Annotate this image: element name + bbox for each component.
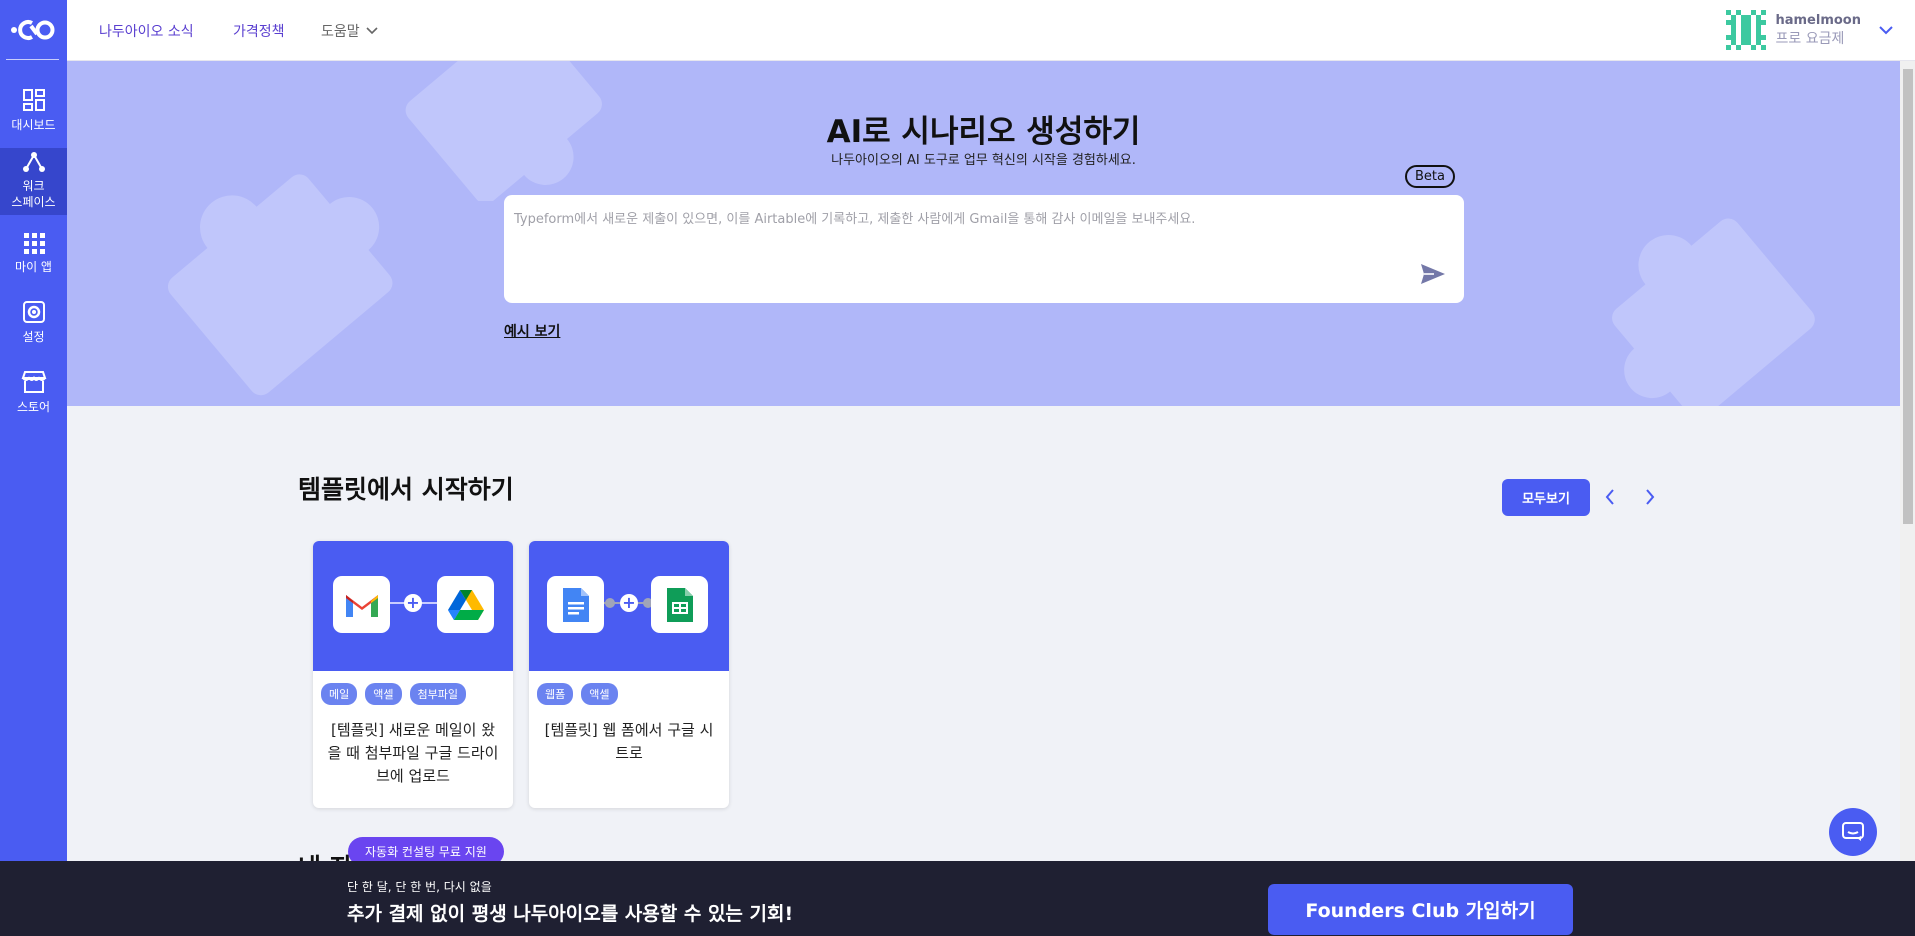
nav-help-label: 도움말 bbox=[321, 24, 360, 40]
user-menu[interactable]: hamelmoon 프로 요금제 bbox=[1726, 10, 1893, 50]
ai-prompt-input[interactable]: Typeform에서 새로운 제출이 있으면, 이를 Airtable에 기록하… bbox=[504, 195, 1464, 303]
puzzle-decoration-icon bbox=[1612, 218, 1815, 406]
tag: 액셀 bbox=[581, 683, 618, 705]
gmail-icon bbox=[333, 576, 390, 633]
nav-help-dropdown[interactable]: 도움말 bbox=[321, 21, 378, 41]
templates-title: 템플릿에서 시작하기 bbox=[298, 475, 514, 504]
founders-club-button[interactable]: Founders Club 가입하기 bbox=[1268, 884, 1573, 935]
banner-headline: 추가 결제 없이 평생 나두아이오를 사용할 수 있는 기회! bbox=[347, 903, 794, 925]
gear-icon bbox=[22, 301, 45, 323]
google-docs-icon bbox=[547, 576, 604, 633]
sidebar-item-settings[interactable]: 설정 bbox=[0, 300, 67, 345]
hero-title: AI로 시나리오 생성하기 bbox=[826, 114, 1141, 150]
sidebar-item-my-apps[interactable]: 마이 앱 bbox=[0, 232, 67, 275]
chat-icon bbox=[1842, 822, 1864, 841]
sidebar-item-dashboard[interactable]: 대시보드 bbox=[0, 88, 67, 133]
plus-icon: + bbox=[404, 594, 422, 612]
connector-dot bbox=[605, 598, 615, 608]
plus-icon: + bbox=[620, 594, 638, 612]
template-card[interactable]: + 메일 액셀 첨부파일 [템플릿] 새로운 메일이 왔을 때 첨부파일 구글 … bbox=[313, 541, 513, 808]
template-card[interactable]: + 웹폼 액셀 [템플릿] 웹 폼에서 구글 시트로 bbox=[529, 541, 729, 808]
beta-badge: Beta bbox=[1405, 165, 1455, 188]
logo-divider bbox=[6, 59, 59, 60]
sidebar-item-label: 스토어 bbox=[16, 400, 51, 414]
founders-banner: 단 한 달, 단 한 번, 다시 없을 추가 결제 없이 평생 나두아이오를 사… bbox=[0, 861, 1915, 936]
tag: 메일 bbox=[321, 683, 358, 705]
view-all-button[interactable]: 모두보기 bbox=[1502, 479, 1590, 516]
hero-subtitle: 나두아이오의 AI 도구로 업무 혁신의 시작을 경험하세요. bbox=[831, 153, 1136, 168]
google-sheets-icon bbox=[651, 576, 708, 633]
sidebar-item-label: 워크 스페이스 bbox=[11, 179, 56, 209]
scroll-thumb[interactable] bbox=[1903, 69, 1913, 524]
apps-grid-icon bbox=[23, 233, 45, 254]
template-card-header: + bbox=[313, 541, 513, 671]
template-card-title: [템플릿] 새로운 메일이 왔을 때 첨부파일 구글 드라이브에 업로드 bbox=[327, 721, 499, 785]
chevron-right-icon[interactable] bbox=[1643, 487, 1657, 507]
tag: 웹폼 bbox=[537, 683, 574, 705]
sidebar-item-label: 마이 앱 bbox=[15, 260, 52, 274]
top-bar: 나두아이오 소식 가격정책 도움말 hamelmoon 프로 요금제 bbox=[67, 0, 1915, 61]
sidebar: 대시보드 워크 스페이스 마이 앱 설정 스토어 bbox=[0, 0, 67, 936]
workspace-icon bbox=[22, 152, 45, 172]
tag: 액셀 bbox=[365, 683, 402, 705]
user-name: hamelmoon bbox=[1775, 13, 1861, 28]
sidebar-item-workspace[interactable]: 워크 스페이스 bbox=[0, 148, 67, 215]
nadoo-logo[interactable] bbox=[0, 0, 67, 60]
template-card-title: [템플릿] 웹 폼에서 구글 시트로 bbox=[544, 721, 714, 762]
sidebar-item-store[interactable]: 스토어 bbox=[0, 370, 67, 415]
nav-pricing-link[interactable]: 가격정책 bbox=[233, 21, 285, 41]
avatar bbox=[1726, 10, 1767, 50]
tag-list: 웹폼 액셀 bbox=[537, 683, 618, 705]
chevron-left-icon[interactable] bbox=[1603, 487, 1617, 507]
ai-scenario-hero: AI로 시나리오 생성하기 나두아이오의 AI 도구로 업무 혁신의 시작을 경… bbox=[67, 61, 1900, 406]
tag-list: 메일 액셀 첨부파일 bbox=[321, 683, 466, 705]
dashboard-icon bbox=[22, 89, 45, 111]
prompt-placeholder: Typeform에서 새로운 제출이 있으면, 이를 Airtable에 기록하… bbox=[514, 212, 1196, 227]
google-drive-icon bbox=[437, 576, 494, 633]
puzzle-decoration-icon bbox=[167, 174, 393, 396]
tag: 첨부파일 bbox=[409, 683, 466, 705]
nav-news-link[interactable]: 나두아이오 소식 bbox=[99, 21, 194, 41]
banner-subtext: 단 한 달, 단 한 번, 다시 없을 bbox=[347, 880, 492, 894]
sidebar-item-label: 설정 bbox=[22, 330, 45, 344]
chevron-down-icon bbox=[1879, 25, 1893, 34]
chevron-down-icon bbox=[366, 27, 378, 35]
send-icon[interactable] bbox=[1420, 263, 1446, 285]
example-link[interactable]: 예시 보기 bbox=[504, 321, 560, 341]
chat-support-button[interactable] bbox=[1829, 808, 1877, 856]
scrollbar[interactable] bbox=[1900, 61, 1915, 861]
template-card-header: + bbox=[529, 541, 729, 671]
user-plan: 프로 요금제 bbox=[1775, 31, 1845, 47]
store-icon bbox=[21, 371, 46, 393]
sidebar-item-label: 대시보드 bbox=[11, 118, 56, 132]
